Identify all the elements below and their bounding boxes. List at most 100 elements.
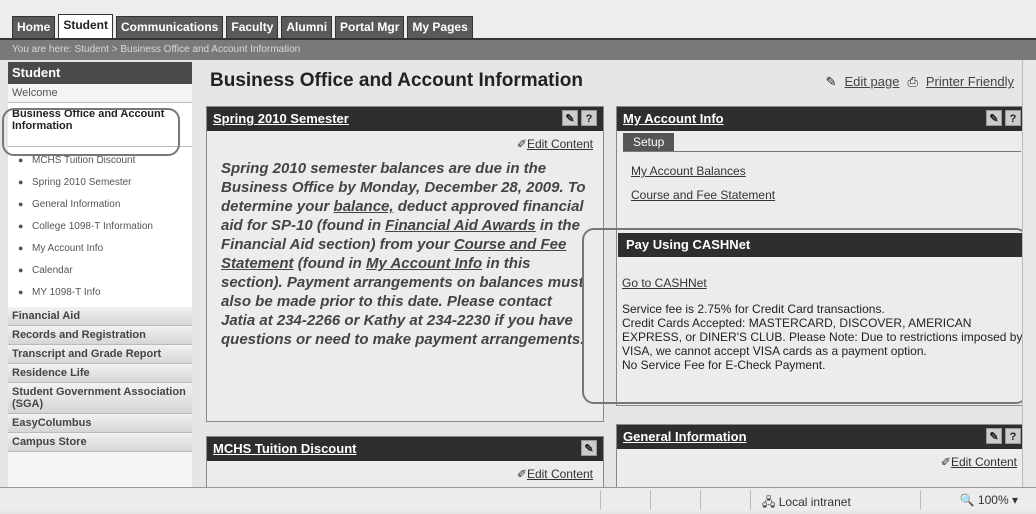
sidebar-item-sga[interactable]: Student Government Association (SGA)	[8, 383, 192, 414]
pencil-icon: ✐	[516, 137, 527, 151]
portlet-header: MCHS Tuition Discount ✎	[207, 437, 603, 461]
edit-content-link[interactable]: Edit Content	[527, 137, 593, 151]
cashnet-line: Credit Cards Accepted: MASTERCARD, DISCO…	[622, 316, 1023, 358]
portlet-header: General Information ✎ ?	[617, 425, 1027, 449]
pencil-icon: ✐	[516, 467, 527, 481]
zoom-control[interactable]: 🔍 100% ▾	[960, 493, 1018, 507]
vertical-scrollbar[interactable]	[1022, 60, 1036, 487]
sidebar-item-financial-aid[interactable]: Financial Aid	[8, 307, 192, 326]
settings-icon[interactable]: ✎	[581, 440, 597, 456]
sidebar-item-transcript[interactable]: Transcript and Grade Report	[8, 345, 192, 364]
sidebar-subitem[interactable]: ● MCHS Tuition Discount	[8, 149, 192, 171]
sidebar-subitem-label: Spring 2010 Semester	[32, 177, 132, 188]
cashnet-line: Service fee is 2.75% for Credit Card tra…	[622, 302, 885, 316]
help-icon[interactable]: ?	[1005, 110, 1021, 126]
sidebar-subitem-label: MCHS Tuition Discount	[32, 155, 136, 166]
portlet-icons: ✎ ?	[986, 110, 1021, 126]
my-account-info-link[interactable]: My Account Info	[366, 255, 482, 272]
portlet-icons: ✎ ?	[986, 428, 1021, 444]
tab-portal-mgr[interactable]: Portal Mgr	[335, 16, 405, 38]
chevron-down-icon[interactable]: ▾	[1012, 493, 1018, 507]
edit-content-link[interactable]: Edit Content	[951, 455, 1017, 469]
tab-communications[interactable]: Communications	[116, 16, 224, 38]
portlet-title[interactable]: General Information	[623, 429, 747, 444]
sidebar-item-campus-store[interactable]: Campus Store	[8, 433, 192, 452]
settings-icon[interactable]: ✎	[986, 110, 1002, 126]
edit-page-link[interactable]: Edit page	[845, 74, 900, 90]
sidebar-subitem[interactable]: ● General Information	[8, 193, 192, 215]
portlet-title[interactable]: My Account Info	[623, 111, 724, 126]
sidebar-item-business-office[interactable]: Business Office and Account Information	[8, 103, 192, 147]
bullet-icon: ●	[18, 199, 24, 209]
financial-aid-awards-link[interactable]: Financial Aid Awards	[385, 217, 536, 234]
text-segment: (found in	[293, 255, 367, 272]
setup-tab[interactable]: Setup	[623, 133, 675, 151]
zoom-level: 100%	[977, 493, 1009, 507]
pencil-icon: ✐	[940, 455, 951, 469]
edit-content-link[interactable]: Edit Content	[527, 467, 593, 481]
sidebar-item-residence-life[interactable]: Residence Life	[8, 364, 192, 383]
sidebar-subitem[interactable]: ● Spring 2010 Semester	[8, 171, 192, 193]
printer-icon: ⎙	[907, 74, 918, 89]
sidebar-subitem[interactable]: ● Calendar	[8, 259, 192, 281]
portlet-icons: ✎ ?	[562, 110, 597, 126]
sidebar-sublist: ● MCHS Tuition Discount ● Spring 2010 Seme…	[8, 147, 192, 307]
sidebar-subitem-label: MY 1098-T Info	[32, 287, 101, 298]
printer-friendly-link[interactable]: Printer Friendly	[926, 74, 1014, 90]
divider	[623, 151, 1021, 152]
spring-announcement: Spring 2010 semester balances are due in…	[207, 151, 603, 349]
course-fee-link[interactable]: Course and Fee Statement	[631, 188, 1027, 202]
tab-student[interactable]: Student	[58, 14, 114, 38]
mchs-portlet: MCHS Tuition Discount ✎ ✐Edit Content	[206, 436, 604, 492]
edit-content: ✐Edit Content	[207, 461, 603, 481]
sidebar-item-easycolumbus[interactable]: EasyColumbus	[8, 414, 192, 433]
balance-link[interactable]: balance,	[334, 198, 394, 215]
tab-faculty[interactable]: Faculty	[226, 16, 279, 38]
portlet-header: My Account Info ✎ ?	[617, 107, 1027, 131]
help-icon[interactable]: ?	[1005, 428, 1021, 444]
portlet-icons: ✎	[581, 440, 597, 456]
divider	[650, 490, 651, 510]
bullet-icon: ●	[18, 265, 24, 275]
sidebar-subitem[interactable]: ● MY 1098-T Info	[8, 281, 192, 303]
divider	[750, 490, 751, 510]
sidebar-subitem-label: General Information	[32, 199, 121, 210]
divider	[920, 490, 921, 510]
sidebar-item-records[interactable]: Records and Registration	[8, 326, 192, 345]
help-icon[interactable]: ?	[581, 110, 597, 126]
sidebar-title: Student	[8, 62, 192, 84]
sidebar-subitem-label: Calendar	[32, 265, 73, 276]
spring-2010-portlet: Spring 2010 Semester ✎ ? ✐Edit Content S…	[206, 106, 604, 422]
zoom-icon: 🔍	[959, 493, 975, 507]
portlet-header: Spring 2010 Semester ✎ ?	[207, 107, 603, 131]
bullet-icon: ●	[18, 287, 24, 297]
tab-alumni[interactable]: Alumni	[281, 16, 333, 38]
status-bar: 🖧 Local intranet 🔍 100% ▾	[0, 487, 1036, 511]
edit-content: ✐Edit Content	[617, 449, 1027, 469]
cashnet-line: No Service Fee for E-Check Payment.	[622, 358, 826, 372]
cashnet-body: Go to CASHNet Service fee is 2.75% for C…	[622, 276, 1024, 372]
portlet-title[interactable]: MCHS Tuition Discount	[213, 441, 356, 456]
divider	[600, 490, 601, 510]
tab-my-pages[interactable]: My Pages	[407, 16, 473, 38]
edit-content: ✐Edit Content	[207, 131, 603, 151]
sidebar-item-welcome[interactable]: Welcome	[8, 84, 192, 103]
sidebar-subitem[interactable]: ● College 1098-T Information	[8, 215, 192, 237]
breadcrumb: You are here: Student > Business Office …	[0, 38, 1036, 60]
tab-home[interactable]: Home	[12, 16, 56, 38]
account-balances-link[interactable]: My Account Balances	[631, 164, 1027, 178]
intranet-icon: 🖧	[762, 495, 776, 509]
sidebar-subitem[interactable]: ● My Account Info	[8, 237, 192, 259]
bullet-icon: ●	[18, 243, 24, 253]
portlet-title[interactable]: Spring 2010 Semester	[213, 111, 349, 126]
sidebar-subitem-label: My Account Info	[32, 243, 104, 254]
edit-page-icon: ✎	[825, 74, 837, 89]
sidebar: Student Welcome Business Office and Acco…	[8, 62, 192, 492]
bullet-icon: ●	[18, 221, 24, 231]
cashnet-header: Pay Using CASHNet	[618, 233, 1026, 257]
settings-icon[interactable]: ✎	[986, 428, 1002, 444]
go-to-cashnet-link[interactable]: Go to CASHNet	[622, 276, 1024, 290]
security-zone-label: Local intranet	[778, 495, 851, 509]
top-navigation: Home Student Communications Faculty Alum…	[0, 0, 1036, 38]
settings-icon[interactable]: ✎	[562, 110, 578, 126]
